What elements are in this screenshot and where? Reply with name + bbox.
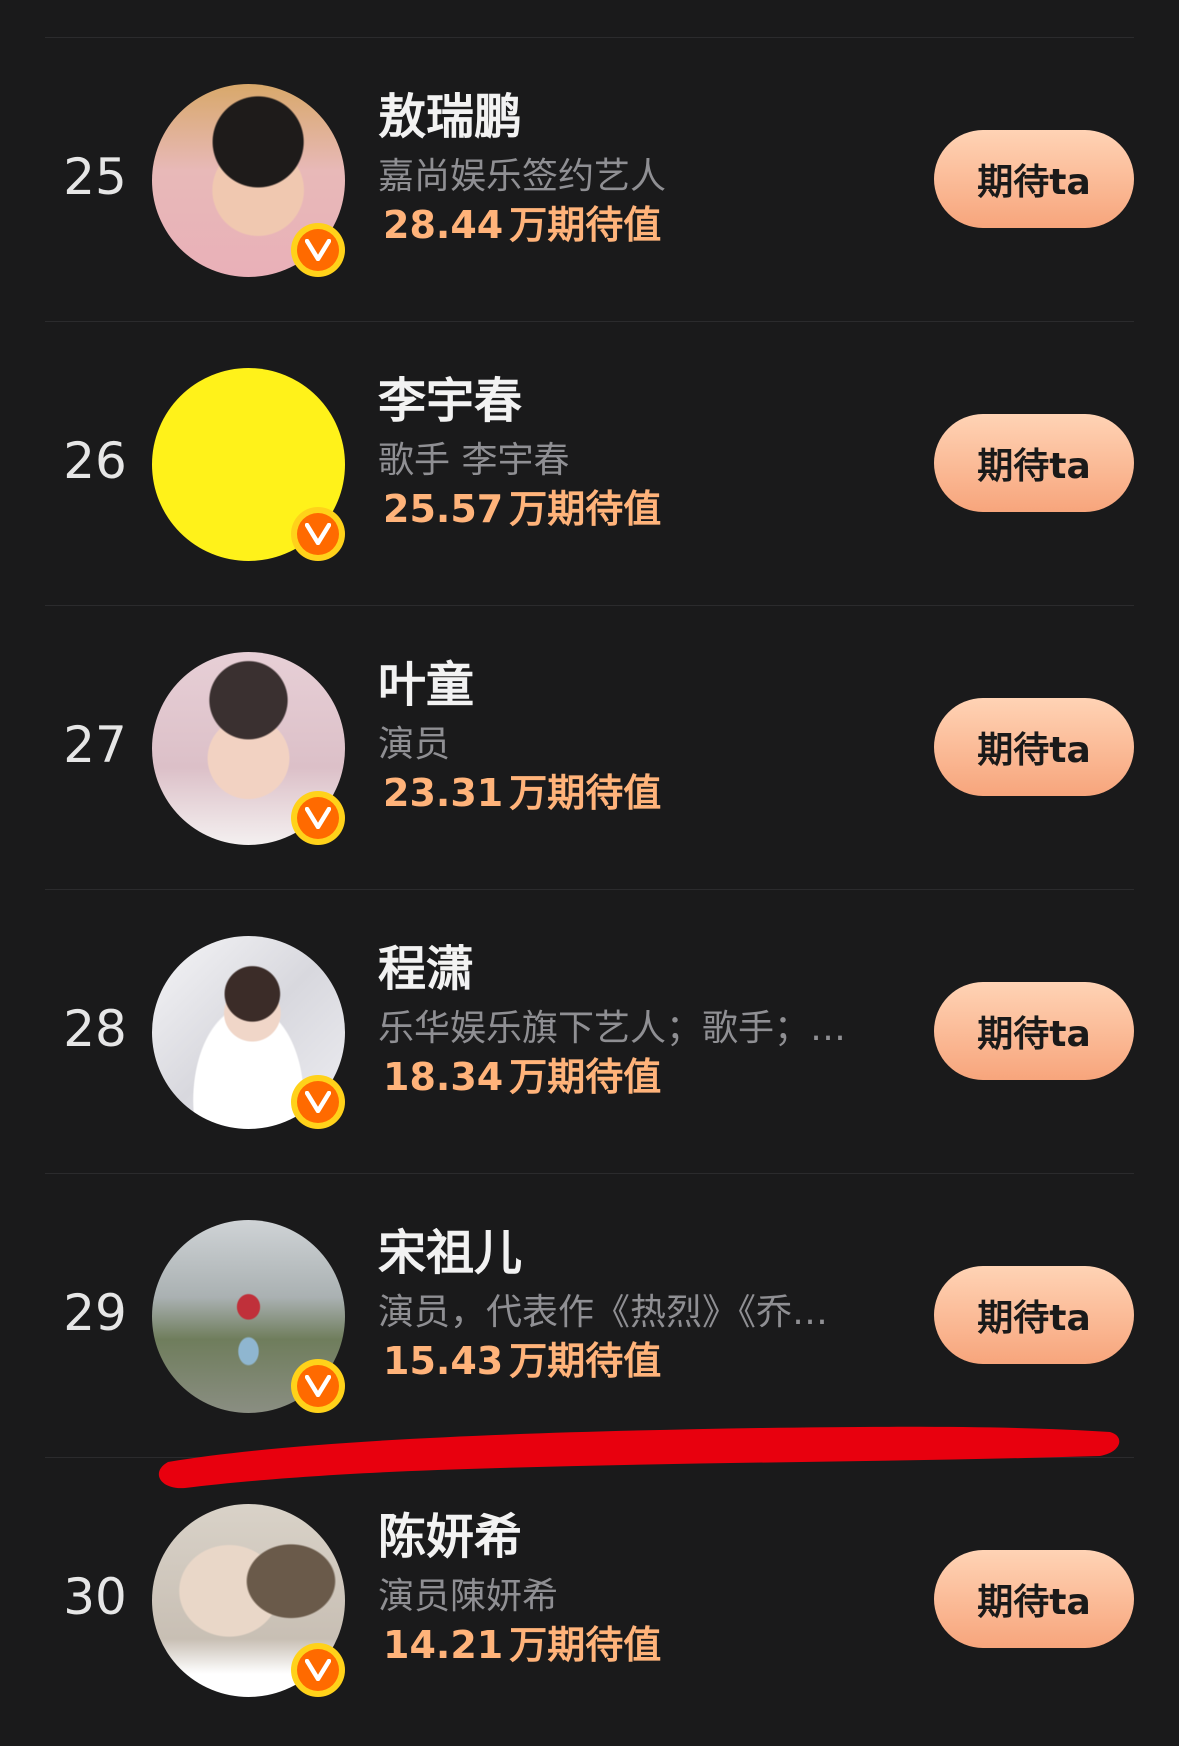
expect-button[interactable]: 期待ta: [934, 130, 1134, 228]
artist-name: 宋祖儿: [378, 1225, 523, 1281]
verified-v-icon: [291, 1643, 345, 1697]
verified-v-icon: [291, 1359, 345, 1413]
list-item[interactable]: 29 宋祖儿 演员，代表作《热烈》《乔… 15.43 万期待值 期待ta: [0, 1173, 1179, 1457]
artist-description: 演员，代表作《热烈》《乔…: [378, 1292, 829, 1333]
artist-description: 歌手 李宇春: [378, 440, 570, 481]
rank-number: 25: [63, 148, 127, 206]
rank-number: 26: [63, 432, 127, 490]
expect-button[interactable]: 期待ta: [934, 414, 1134, 512]
rank-number: 29: [63, 1284, 127, 1342]
artist-description: 乐华娱乐旗下艺人；歌手；…: [378, 1008, 847, 1049]
list-item[interactable]: 26 李宇春 歌手 李宇春 25.57 万期待值 期待ta: [0, 321, 1179, 605]
artist-description: 演员: [378, 724, 451, 765]
list-item[interactable]: 25 敖瑞鹏 嘉尚娱乐签约艺人 28.44 万期待值 期待ta: [0, 37, 1179, 321]
expect-button[interactable]: 期待ta: [934, 698, 1134, 796]
expectation-score: 14.21 万期待值: [383, 1623, 662, 1667]
list-item[interactable]: 28 程潇 乐华娱乐旗下艺人；歌手；… 18.34 万期待值 期待ta: [0, 889, 1179, 1173]
verified-v-icon: [291, 791, 345, 845]
artist-name: 敖瑞鹏: [378, 89, 523, 145]
list-item[interactable]: 27 叶童 演员 23.31 万期待值 期待ta: [0, 605, 1179, 889]
verified-v-icon: [291, 1075, 345, 1129]
expectation-score: 18.34 万期待值: [383, 1055, 662, 1099]
expect-button[interactable]: 期待ta: [934, 1266, 1134, 1364]
expect-button[interactable]: 期待ta: [934, 1550, 1134, 1648]
rank-number: 28: [63, 1000, 127, 1058]
artist-description: 演员陳妍希: [378, 1576, 559, 1617]
verified-v-icon: [291, 507, 345, 561]
artist-name: 陈妍希: [378, 1509, 523, 1565]
artist-name: 李宇春: [378, 373, 523, 429]
expectation-score: 28.44 万期待值: [383, 203, 662, 247]
expectation-score: 25.57 万期待值: [383, 487, 662, 531]
artist-name: 叶童: [378, 657, 475, 713]
artist-name: 程潇: [378, 941, 475, 997]
list-item[interactable]: 30 陈妍希 演员陳妍希 14.21 万期待值 期待ta: [0, 1457, 1179, 1741]
artist-description: 嘉尚娱乐签约艺人: [378, 156, 667, 197]
rank-number: 30: [63, 1568, 127, 1626]
verified-v-icon: [291, 223, 345, 277]
rank-number: 27: [63, 716, 127, 774]
expectation-score: 23.31 万期待值: [383, 771, 662, 815]
expect-button[interactable]: 期待ta: [934, 982, 1134, 1080]
expectation-score: 15.43 万期待值: [383, 1339, 662, 1383]
